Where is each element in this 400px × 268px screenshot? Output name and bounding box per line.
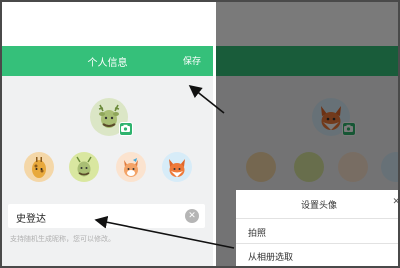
sheet-title: 设置头像	[300, 201, 337, 211]
sheet-divider	[236, 243, 398, 244]
nickname-hint: 支持随机生成昵称，您可以修改。	[10, 235, 115, 243]
sheet-divider	[236, 218, 398, 219]
take-photo-option[interactable]: 拍照	[248, 226, 266, 239]
status-area	[2, 2, 213, 46]
profile-screen: 个人信息 保存 史登达 ✕ 支持随机生成昵称，您可以修改。	[2, 2, 213, 266]
avatar-picker-screen: 设置头像 ✕ 拍照 从相册选取	[216, 2, 398, 266]
page-title: 个人信息	[87, 58, 128, 69]
camera-icon[interactable]	[119, 122, 133, 136]
screenshot-frame: 个人信息 保存 史登达 ✕ 支持随机生成昵称，您可以修改。 设置头像 ✕ 拍照 …	[0, 0, 400, 268]
save-button[interactable]: 保存	[183, 54, 201, 67]
header-bar: 个人信息 保存	[2, 46, 213, 76]
avatar-option-fox[interactable]	[162, 152, 192, 182]
clear-icon[interactable]: ✕	[185, 209, 199, 223]
choose-from-album-option[interactable]: 从相册选取	[248, 250, 293, 263]
nickname-value[interactable]: 史登达	[16, 210, 46, 225]
set-avatar-sheet: 设置头像 ✕ 拍照 从相册选取	[236, 190, 398, 266]
avatar-option-giraffe[interactable]	[24, 152, 54, 182]
fox-icon	[169, 159, 185, 177]
avatar-option-fox-girl[interactable]	[116, 152, 146, 182]
nickname-field[interactable]: 史登达 ✕	[8, 204, 205, 228]
deer-icon	[76, 156, 92, 177]
avatar-option-deer[interactable]	[69, 152, 99, 182]
giraffe-icon	[32, 157, 46, 178]
fox-girl-icon	[124, 158, 138, 177]
close-icon[interactable]: ✕	[392, 197, 398, 207]
